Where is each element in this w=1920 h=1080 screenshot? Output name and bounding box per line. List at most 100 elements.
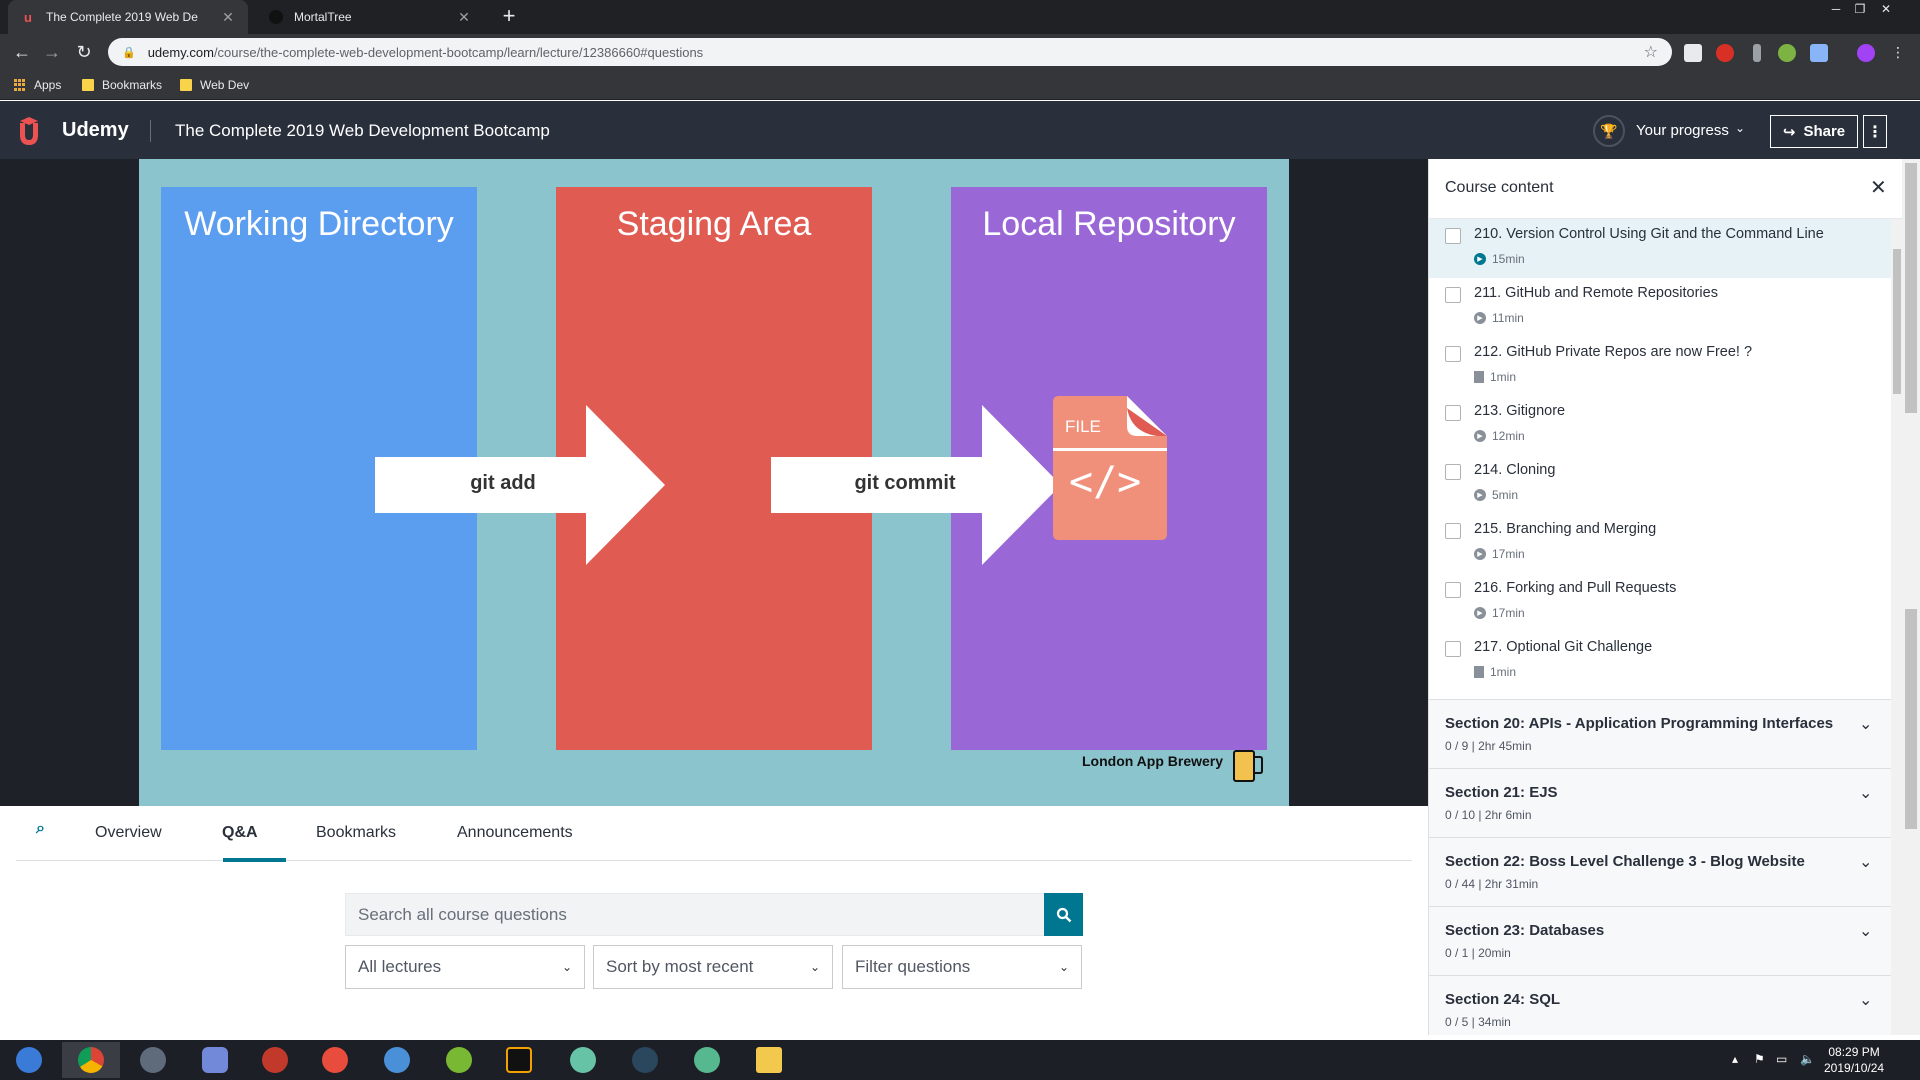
taskbar-app-flame[interactable]	[306, 1042, 364, 1078]
chevron-down-icon: ⌄	[809, 960, 820, 974]
bookmark-apps[interactable]: Apps	[14, 76, 61, 94]
lecture-checkbox[interactable]	[1445, 287, 1461, 303]
lecture-checkbox[interactable]	[1445, 228, 1461, 244]
chevron-down-icon[interactable]: ⌄	[1859, 990, 1872, 1010]
section-title: Section 21: EJS	[1445, 784, 1558, 801]
chevron-down-icon[interactable]: ⌄	[1735, 121, 1745, 135]
taskbar-app-red[interactable]	[246, 1042, 304, 1078]
section-header[interactable]: Section 23: Databases 0 / 1 | 20min ⌄	[1429, 906, 1891, 975]
taskbar-steam[interactable]	[616, 1042, 674, 1078]
tray-expand-icon[interactable]: ▴	[1732, 1052, 1738, 1066]
taskbar-headset-app[interactable]	[124, 1042, 182, 1078]
file-label: FILE	[1065, 417, 1101, 436]
extension-adblock-icon[interactable]	[1716, 44, 1734, 62]
lecture-filter-select[interactable]: All lectures ⌄	[345, 945, 585, 989]
search-icon	[1056, 907, 1071, 922]
section-header[interactable]: Section 20: APIs - Application Programmi…	[1429, 699, 1891, 768]
lecture-item[interactable]: 213. Gitignore ▶ 12min	[1429, 396, 1891, 455]
sidebar-scroll-thumb[interactable]	[1893, 249, 1901, 394]
page-scrollbar[interactable]	[1902, 159, 1920, 1035]
video-player[interactable]: Working Directory Staging Area Local Rep…	[0, 159, 1428, 806]
lecture-item[interactable]: 216. Forking and Pull Requests ▶ 17min	[1429, 573, 1891, 632]
taskbar-chrome[interactable]	[62, 1042, 120, 1078]
share-button[interactable]: ↪ Share	[1770, 115, 1858, 148]
lecture-checkbox[interactable]	[1445, 405, 1461, 421]
beer-mug-icon	[1233, 750, 1263, 782]
lecture-item[interactable]: 212. GitHub Private Repos are now Free! …	[1429, 337, 1891, 396]
taskbar-terminal[interactable]	[490, 1042, 548, 1078]
search-icon[interactable]: ⌕	[36, 820, 45, 838]
lecture-item[interactable]: 211. GitHub and Remote Repositories ▶ 11mi…	[1429, 278, 1891, 337]
taskbar-utorrent[interactable]	[430, 1042, 488, 1078]
minimize-icon[interactable]: ─	[1824, 0, 1848, 18]
tray-network-icon[interactable]: ▭	[1776, 1052, 1787, 1066]
taskbar-discord[interactable]	[186, 1042, 244, 1078]
page-scroll-thumb-secondary[interactable]	[1905, 609, 1917, 829]
forward-icon[interactable]: →	[40, 40, 64, 64]
taskbar-atom[interactable]	[554, 1042, 612, 1078]
qa-search-input[interactable]: Search all course questions	[345, 893, 1082, 936]
tab-announcements[interactable]: Announcements	[457, 824, 573, 842]
udemy-logo-icon[interactable]	[16, 115, 56, 147]
bookmark-folder-bookmarks[interactable]: Bookmarks	[82, 76, 162, 94]
chevron-down-icon[interactable]: ⌄	[1859, 921, 1872, 941]
chevron-down-icon[interactable]: ⌄	[1859, 714, 1872, 734]
lecture-checkbox[interactable]	[1445, 523, 1461, 539]
tray-volume-icon[interactable]: 🔈	[1800, 1052, 1815, 1066]
qa-search-button[interactable]	[1044, 893, 1083, 936]
extension-s-icon[interactable]	[1684, 44, 1702, 62]
lecture-item[interactable]: 217. Optional Git Challenge 1min	[1429, 632, 1891, 691]
chevron-down-icon[interactable]: ⌄	[1859, 783, 1872, 803]
section-header[interactable]: Section 22: Boss Level Challenge 3 - Blo…	[1429, 837, 1891, 906]
section-title: Section 20: APIs - Application Programmi…	[1445, 715, 1834, 732]
chevron-down-icon[interactable]: ⌄	[1859, 852, 1872, 872]
browser-tab-mortaltree[interactable]: MortalTree ✕	[256, 0, 484, 34]
browser-tab-udemy[interactable]: u The Complete 2019 Web De ✕	[8, 0, 248, 34]
tab-bookmarks[interactable]: Bookmarks	[316, 824, 396, 842]
bookmark-folder-webdev[interactable]: Web Dev	[180, 76, 249, 94]
lecture-checkbox[interactable]	[1445, 641, 1461, 657]
your-progress-button[interactable]: Your progress	[1636, 122, 1729, 139]
udemy-logo-text[interactable]: Udemy	[62, 119, 129, 142]
taskbar-file-explorer[interactable]	[740, 1042, 798, 1078]
section-header[interactable]: Section 21: EJS 0 / 10 | 2hr 6min ⌄	[1429, 768, 1891, 837]
lecture-item[interactable]: 215. Branching and Merging ▶ 17min	[1429, 514, 1891, 573]
taskbar-atom-2[interactable]	[678, 1042, 736, 1078]
sidebar-scrollbar[interactable]	[1891, 219, 1902, 1035]
question-filter-select[interactable]: Filter questions ⌄	[842, 945, 1082, 989]
bookmark-star-icon[interactable]: ☆	[1644, 42, 1658, 62]
lecture-checkbox[interactable]	[1445, 582, 1461, 598]
tab-close-icon[interactable]: ✕	[220, 9, 236, 26]
course-title[interactable]: The Complete 2019 Web Development Bootca…	[175, 121, 550, 141]
extension-bottle-icon[interactable]	[1753, 44, 1761, 62]
more-options-button[interactable]: ⋮	[1863, 115, 1887, 148]
lecture-item[interactable]: 210. Version Control Using Git and the C…	[1429, 219, 1891, 278]
close-window-icon[interactable]: ✕	[1874, 0, 1898, 18]
lecture-duration: 17min	[1492, 606, 1525, 620]
tab-close-icon[interactable]: ✕	[456, 9, 472, 26]
page-scroll-thumb[interactable]	[1905, 163, 1917, 413]
lecture-checkbox[interactable]	[1445, 464, 1461, 480]
system-clock[interactable]: 08:29 PM 2019/10/24	[1824, 1044, 1884, 1076]
taskbar-app-globe[interactable]	[368, 1042, 426, 1078]
trophy-icon[interactable]: 🏆	[1593, 115, 1625, 147]
close-icon[interactable]: ✕	[1870, 175, 1887, 200]
extension-tree-icon[interactable]	[1778, 44, 1796, 62]
reload-icon[interactable]: ↻	[72, 40, 96, 64]
back-icon[interactable]: ←	[10, 40, 34, 64]
tray-flag-icon[interactable]: ⚑	[1754, 1052, 1765, 1066]
tab-overview[interactable]: Overview	[95, 824, 162, 842]
restore-icon[interactable]: ❐	[1848, 0, 1872, 18]
section-header[interactable]: Section 24: SQL 0 / 5 | 34min ⌄	[1429, 975, 1891, 1035]
lecture-checkbox[interactable]	[1445, 346, 1461, 362]
new-tab-button[interactable]: +	[496, 4, 522, 30]
lecture-item[interactable]: 214. Cloning ▶ 5min	[1429, 455, 1891, 514]
address-bar[interactable]: 🔒 udemy.com /course/the-complete-web-dev…	[108, 38, 1672, 66]
browser-menu-icon[interactable]: ⋮	[1886, 40, 1910, 64]
tab-qa[interactable]: Q&A	[222, 824, 258, 842]
profile-avatar[interactable]	[1857, 44, 1875, 62]
start-button[interactable]	[0, 1042, 58, 1078]
lecture-tab-bar: ⌕ Overview Q&A Bookmarks Announcements	[16, 806, 1412, 862]
sort-select[interactable]: Sort by most recent ⌄	[593, 945, 833, 989]
extension-snow-icon[interactable]	[1810, 44, 1828, 62]
